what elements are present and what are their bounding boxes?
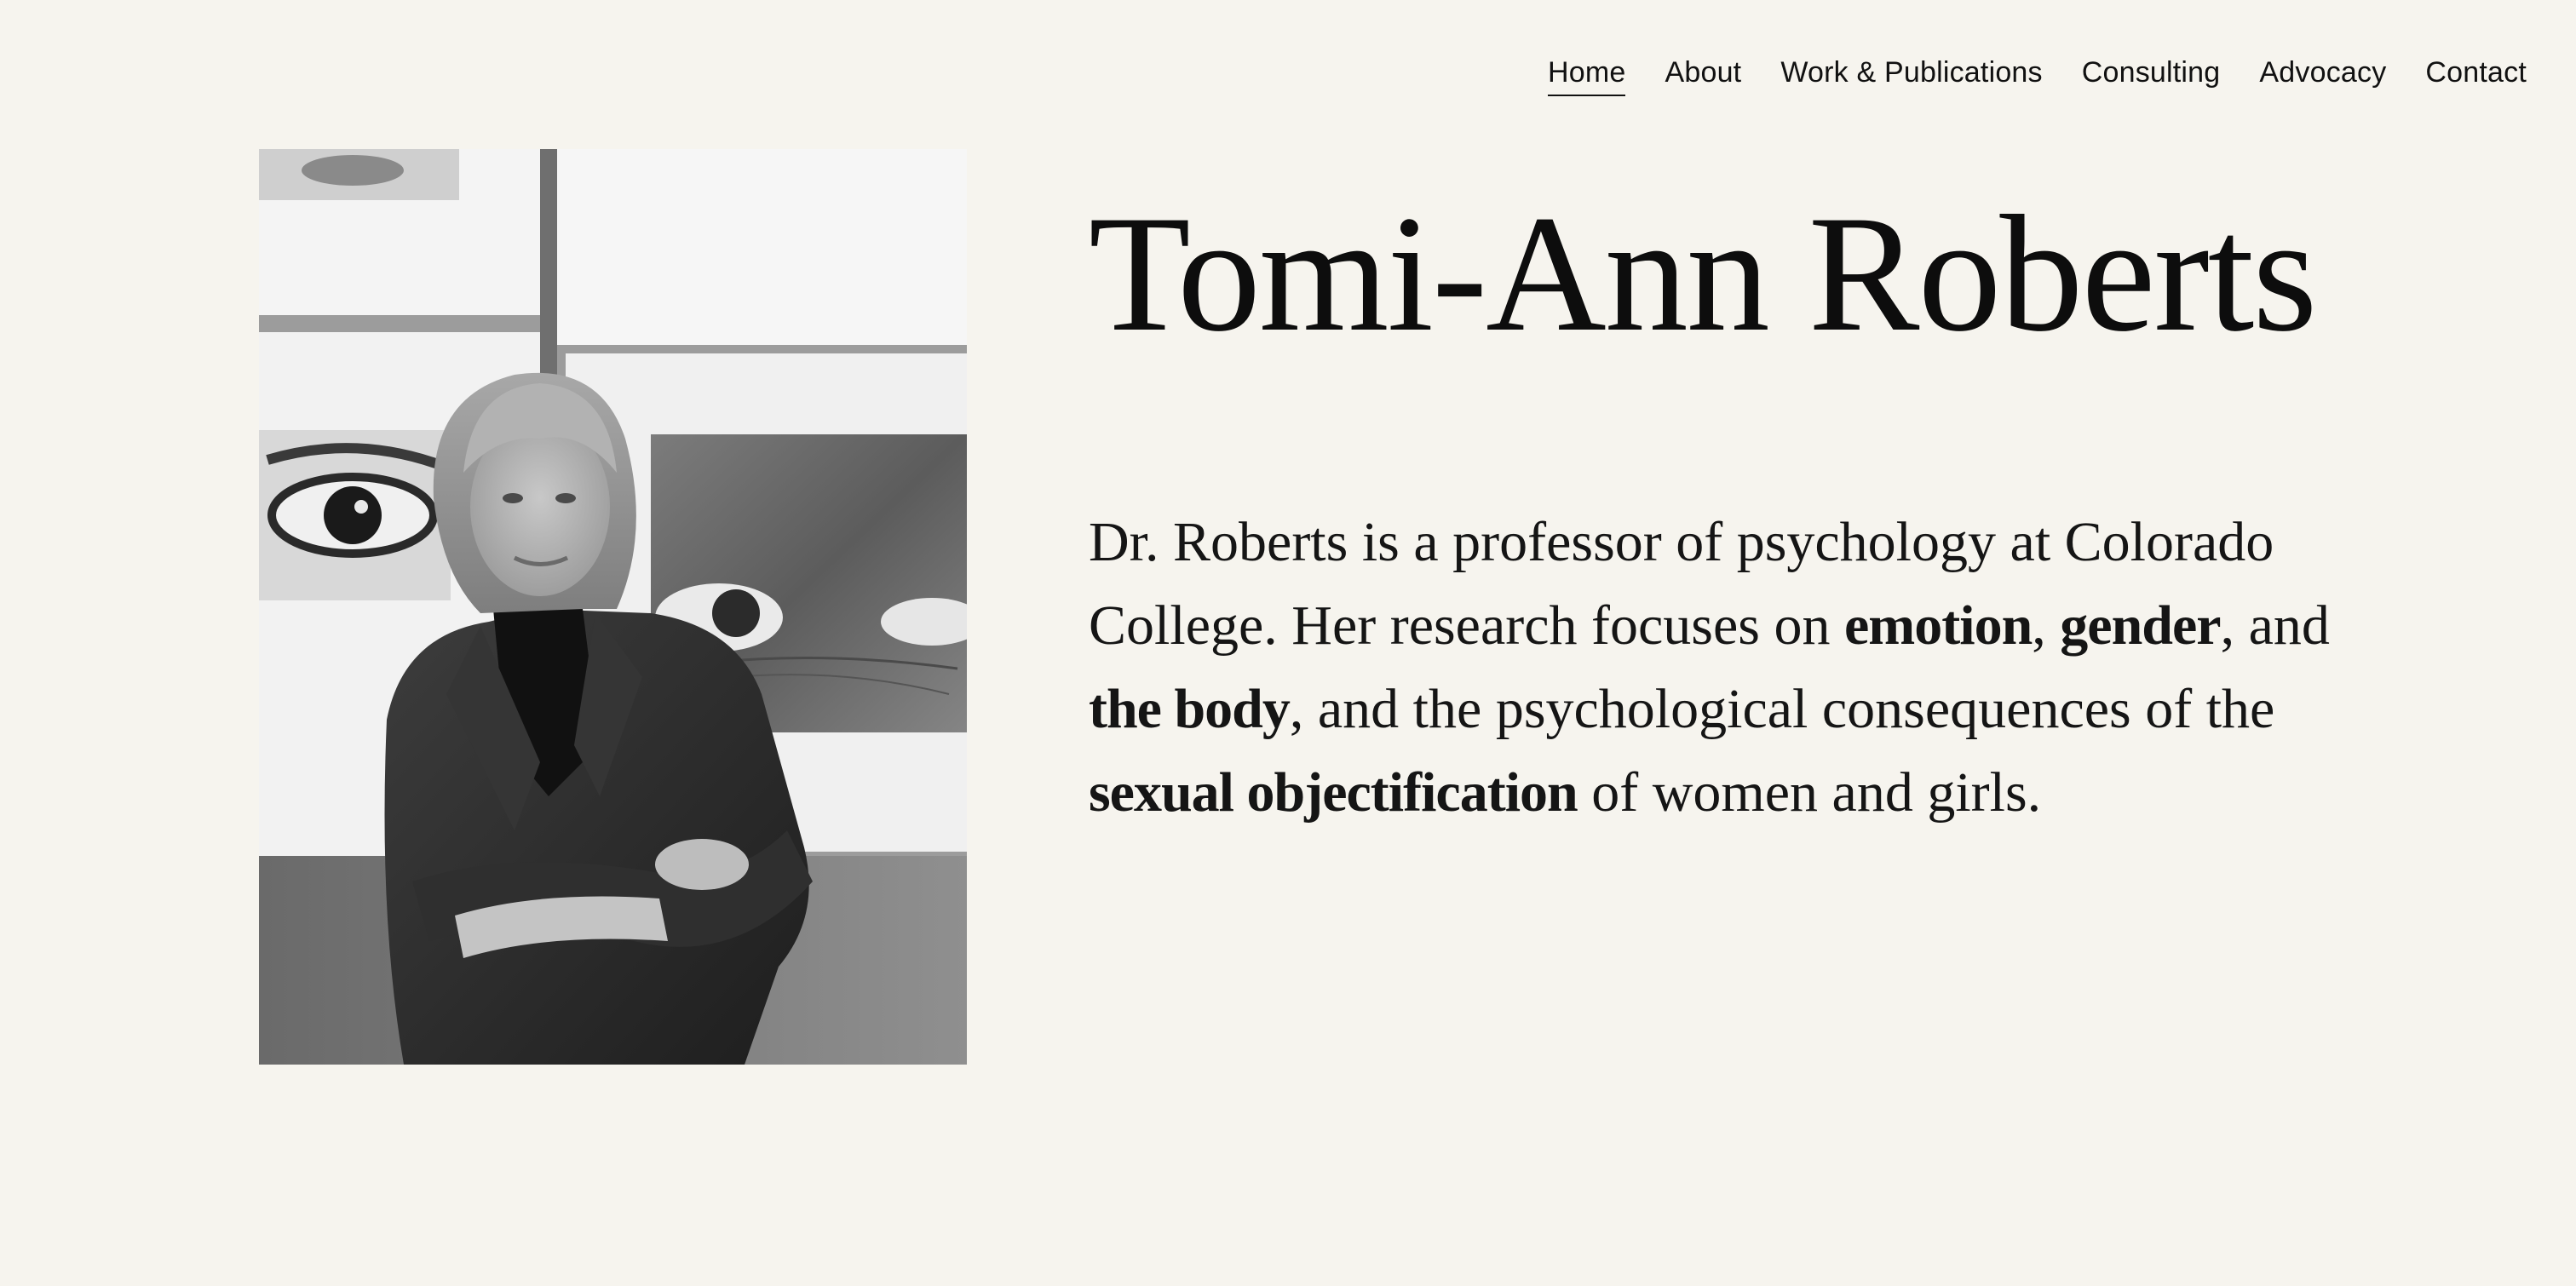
nav-consulting-link[interactable]: Consulting	[2082, 56, 2221, 96]
nav-advocacy-link[interactable]: Advocacy	[2259, 56, 2386, 96]
bio-text: of women and girls.	[1577, 761, 2042, 824]
keyword-emotion: emotion	[1843, 594, 2033, 657]
main-nav: Home About Work & Publications Consultin…	[1547, 56, 2527, 96]
nav-work-publications-link[interactable]: Work & Publications	[1780, 56, 2042, 96]
portrait-photo	[259, 149, 967, 1065]
keyword-sexual-objectification: sexual objectification	[1089, 761, 1578, 824]
page-title: Tomi-Ann Roberts	[1089, 181, 2317, 366]
keyword-gender: gender	[2060, 594, 2221, 657]
bio-text: , and the psychological consequences of …	[1289, 678, 2275, 740]
nav-contact-link[interactable]: Contact	[2425, 56, 2527, 96]
nav-about-link[interactable]: About	[1665, 56, 1741, 96]
bio-text: , and	[2220, 594, 2330, 657]
keyword-the-body: the body	[1089, 678, 1291, 740]
bio-text: ,	[2032, 594, 2061, 657]
nav-home-link[interactable]: Home	[1547, 56, 1626, 96]
bio-paragraph: Dr. Roberts is a professor of psychology…	[1089, 501, 2383, 835]
